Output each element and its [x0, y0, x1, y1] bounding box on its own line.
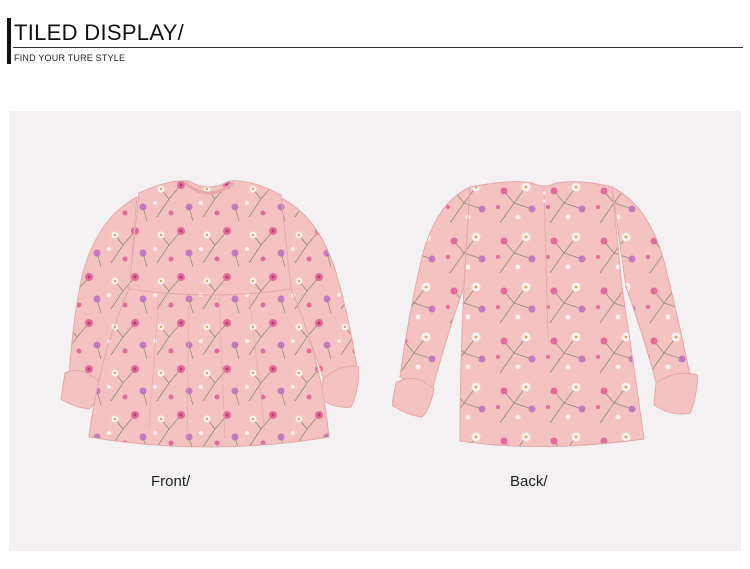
dress-back-image — [392, 181, 698, 448]
header-divider — [13, 47, 743, 48]
header-accent-bar — [7, 18, 11, 64]
product-display-panel: Front/ Back/ — [9, 111, 741, 551]
page-subtitle: FIND YOUR TURE STYLE — [14, 53, 126, 63]
front-label: Front/ — [151, 473, 191, 490]
page-title: TILED DISPLAY/ — [14, 20, 185, 45]
back-label: Back/ — [510, 473, 548, 490]
dress-front-image — [60, 180, 359, 448]
